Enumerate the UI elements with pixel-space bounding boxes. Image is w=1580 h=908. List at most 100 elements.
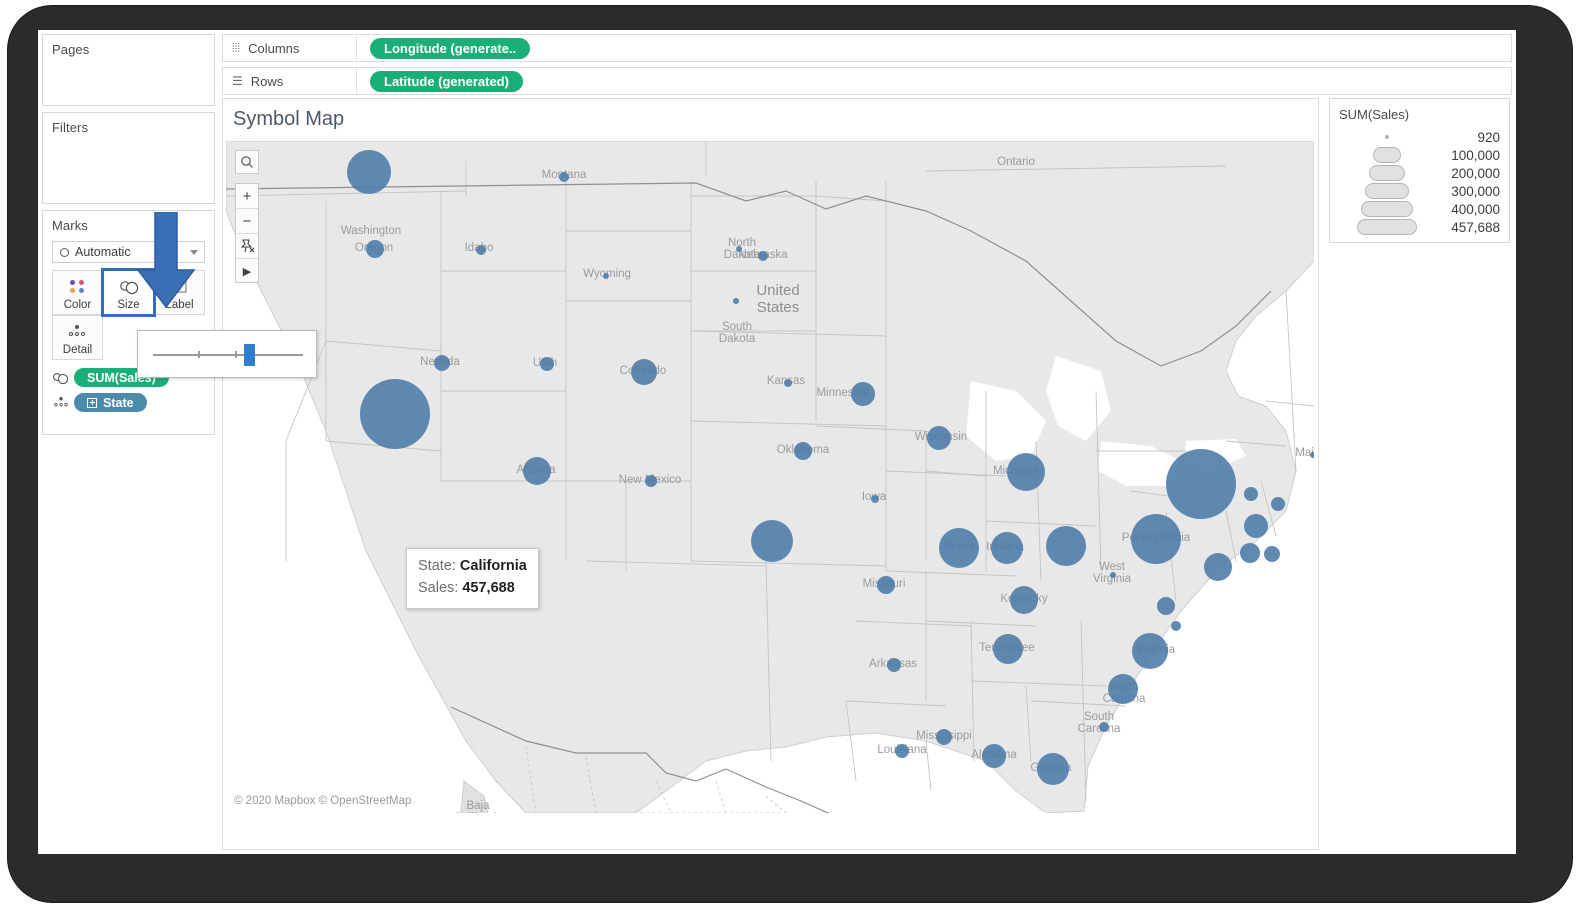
- rows-label-text: Rows: [250, 73, 284, 89]
- map-zoom-controls[interactable]: + − ▶: [235, 183, 259, 283]
- detail-button[interactable]: Detail: [52, 315, 103, 360]
- legend-row[interactable]: 400,000: [1330, 200, 1509, 218]
- map-mark-circle[interactable]: [1310, 452, 1314, 458]
- expand-plus-icon[interactable]: [87, 397, 97, 408]
- tooltip-row-state: State: California: [418, 556, 527, 578]
- map-mark-circle[interactable]: [1166, 449, 1236, 519]
- map-mark-circle[interactable]: [851, 382, 875, 406]
- clear-pins-button[interactable]: [236, 234, 258, 259]
- size-slider-thumb[interactable]: [244, 344, 255, 366]
- legend-swatch-wrap: [1348, 147, 1426, 163]
- map-expand-button[interactable]: ▶: [236, 259, 258, 284]
- pin-clear-icon: [240, 239, 255, 253]
- size-slider-popup[interactable]: [137, 330, 317, 378]
- map-mark-circle[interactable]: [895, 744, 909, 758]
- map-mark-circle[interactable]: [1157, 597, 1175, 615]
- pill-longitude[interactable]: Longitude (generate..: [370, 37, 531, 59]
- map-mark-circle[interactable]: [347, 150, 391, 194]
- filters-title: Filters: [52, 120, 89, 135]
- map-mark-circle[interactable]: [877, 576, 895, 594]
- map-mark-circle[interactable]: [434, 355, 450, 371]
- legend-row[interactable]: 300,000: [1330, 182, 1509, 200]
- map-mark-circle[interactable]: [1099, 722, 1109, 732]
- legend-row[interactable]: 200,000: [1330, 164, 1509, 182]
- map-mark-circle[interactable]: [1010, 586, 1038, 614]
- map-mark-circle[interactable]: [794, 442, 812, 460]
- map-mark-circle[interactable]: [1037, 753, 1069, 785]
- page-title: Symbol Map: [233, 108, 345, 130]
- zoom-in-button[interactable]: +: [236, 184, 258, 209]
- search-icon: [241, 156, 253, 168]
- legend-value-label: 300,000: [1451, 183, 1500, 199]
- map-mark-circle[interactable]: [1131, 514, 1181, 564]
- map-mark-circle[interactable]: [476, 245, 486, 255]
- map-mark-circle[interactable]: [993, 634, 1023, 664]
- color-button[interactable]: Color: [52, 270, 103, 315]
- legend-size-swatch: [1357, 219, 1417, 235]
- legend-row[interactable]: 100,000: [1330, 146, 1509, 164]
- map-mark-circle[interactable]: [751, 520, 793, 562]
- marks-property-row-2: Detail: [52, 315, 103, 360]
- pages-card[interactable]: Pages: [42, 34, 215, 106]
- size-legend-card[interactable]: SUM(Sales) 920 100,000 200,000 300,000 400,0…: [1329, 98, 1510, 243]
- map-mark-circle[interactable]: [982, 744, 1006, 768]
- map-mark-circle[interactable]: [927, 426, 951, 450]
- rows-shelf[interactable]: ☰ Rows Latitude (generated): [222, 67, 1512, 95]
- map-mark-circle[interactable]: [758, 251, 768, 261]
- zoom-out-button[interactable]: −: [236, 209, 258, 234]
- pages-title: Pages: [52, 42, 90, 57]
- map-mark-circle[interactable]: [871, 495, 879, 503]
- map-mark-circle[interactable]: [1264, 546, 1280, 562]
- map-mark-circle[interactable]: [936, 729, 952, 745]
- map-mark-circle[interactable]: [887, 658, 901, 672]
- legend-size-swatch: [1373, 147, 1401, 163]
- map-mark-circle[interactable]: [1271, 497, 1285, 511]
- map-mark-circle[interactable]: [1132, 633, 1168, 669]
- slider-tick: [198, 351, 200, 358]
- filters-card[interactable]: Filters: [42, 112, 215, 204]
- map-mark-circle[interactable]: [603, 273, 609, 279]
- triangle-right-icon: ▶: [242, 266, 252, 278]
- symbol-map[interactable]: OntarioNorthDakotaMontanaMinnesotaSouthD…: [226, 141, 1314, 813]
- map-mark-circle[interactable]: [736, 246, 742, 252]
- map-mark-circle[interactable]: [523, 457, 551, 485]
- pill-latitude[interactable]: Latitude (generated): [370, 70, 523, 92]
- map-mark-circle[interactable]: [1108, 674, 1138, 704]
- map-mark-circle[interactable]: [1204, 553, 1232, 581]
- map-mark-circle[interactable]: [1007, 453, 1045, 491]
- map-mark-circle[interactable]: [360, 379, 430, 449]
- legend-title: SUM(Sales): [1339, 107, 1410, 122]
- map-mark-circle[interactable]: [1244, 514, 1268, 538]
- map-mark-circle[interactable]: [991, 532, 1023, 564]
- tooltip-row-sales: Sales: 457,688: [418, 578, 527, 600]
- legend-rows: 920 100,000 200,000 300,000 400,000 457,688: [1330, 128, 1509, 236]
- tooltip-state-value: California: [459, 558, 527, 574]
- map-mark-circle[interactable]: [559, 172, 569, 182]
- marks-pill-state-row: State: [52, 393, 147, 412]
- map-mark-circle[interactable]: [1110, 572, 1116, 578]
- map-mark-circle[interactable]: [366, 240, 384, 258]
- map-mark-circle[interactable]: [645, 475, 657, 487]
- map-tooltip: State: California Sales: 457,688: [406, 548, 539, 609]
- legend-panel: SUM(Sales) 920 100,000 200,000 300,000 400,0…: [1327, 98, 1512, 850]
- map-mark-circle[interactable]: [540, 357, 554, 371]
- map-mark-circle[interactable]: [733, 298, 739, 304]
- map-mark-circle[interactable]: [1046, 526, 1086, 566]
- map-mark-circle[interactable]: [784, 379, 792, 387]
- map-mark-circle[interactable]: [1171, 621, 1181, 631]
- detail-dots-icon: [52, 396, 70, 410]
- legend-swatch-wrap: [1348, 219, 1426, 235]
- map-search-button[interactable]: [235, 150, 259, 174]
- size-slider-track[interactable]: [153, 351, 303, 358]
- detail-dots-icon: [68, 322, 87, 341]
- legend-value-label: 457,688: [1451, 219, 1500, 235]
- pill-state[interactable]: State: [74, 393, 147, 412]
- map-mark-circle[interactable]: [1244, 487, 1258, 501]
- columns-icon: ⦙⦙⦙: [232, 40, 241, 55]
- legend-row[interactable]: 920: [1330, 128, 1509, 146]
- columns-shelf[interactable]: ⦙⦙⦙ Columns Longitude (generate..: [222, 34, 1512, 62]
- map-mark-circle[interactable]: [631, 359, 657, 385]
- map-mark-circle[interactable]: [1240, 543, 1260, 563]
- legend-row[interactable]: 457,688: [1330, 218, 1509, 236]
- map-mark-circle[interactable]: [939, 528, 979, 568]
